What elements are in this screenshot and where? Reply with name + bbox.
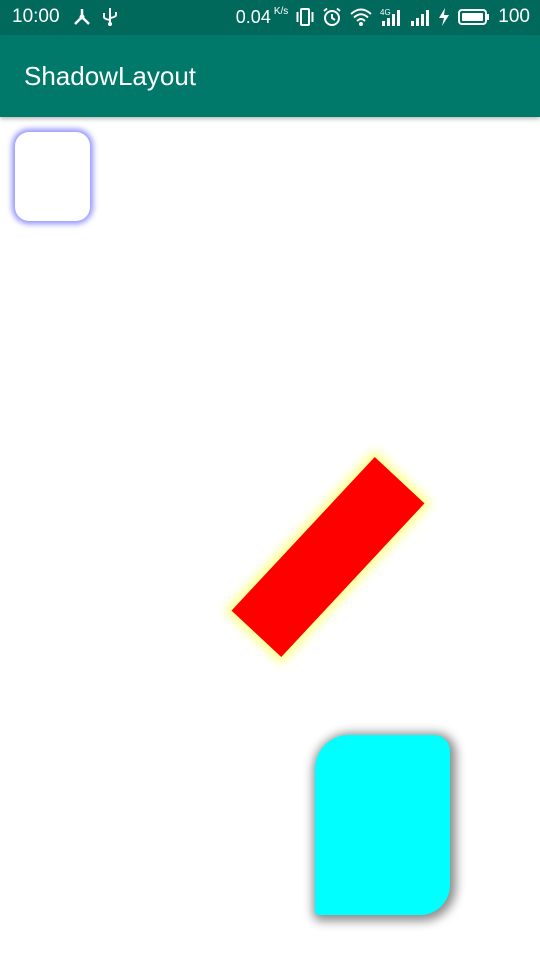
status-left-icons — [72, 7, 118, 27]
app-title: ShadowLayout — [24, 61, 197, 91]
network-speed-unit: K/s — [273, 6, 289, 17]
app-bar: ShadowLayout — [0, 35, 540, 117]
blue-shadow-card — [15, 132, 90, 221]
usb-icon — [102, 7, 118, 27]
battery-icon — [458, 7, 490, 27]
share-icon — [72, 7, 92, 27]
signal-icon — [410, 7, 430, 27]
charging-icon — [438, 7, 450, 27]
vibrate-icon — [296, 7, 314, 27]
cyan-shadow-card — [315, 735, 450, 915]
red-shadow-rectangle — [231, 457, 425, 657]
battery-level: 100 — [498, 6, 530, 27]
status-time: 10:00 — [12, 6, 60, 27]
svg-text:4G: 4G — [380, 8, 391, 17]
status-bar: 10:00 0.04 K/s 4G 100 — [0, 0, 540, 35]
signal-4g-icon: 4G — [380, 7, 402, 27]
network-speed-value: 0.04 — [235, 7, 271, 27]
wifi-icon — [350, 7, 372, 27]
network-speed: 0.04 K/s — [236, 6, 289, 28]
status-right-area: 0.04 K/s 4G 100 — [236, 6, 530, 28]
alarm-icon — [322, 7, 342, 27]
content-area — [0, 117, 540, 960]
